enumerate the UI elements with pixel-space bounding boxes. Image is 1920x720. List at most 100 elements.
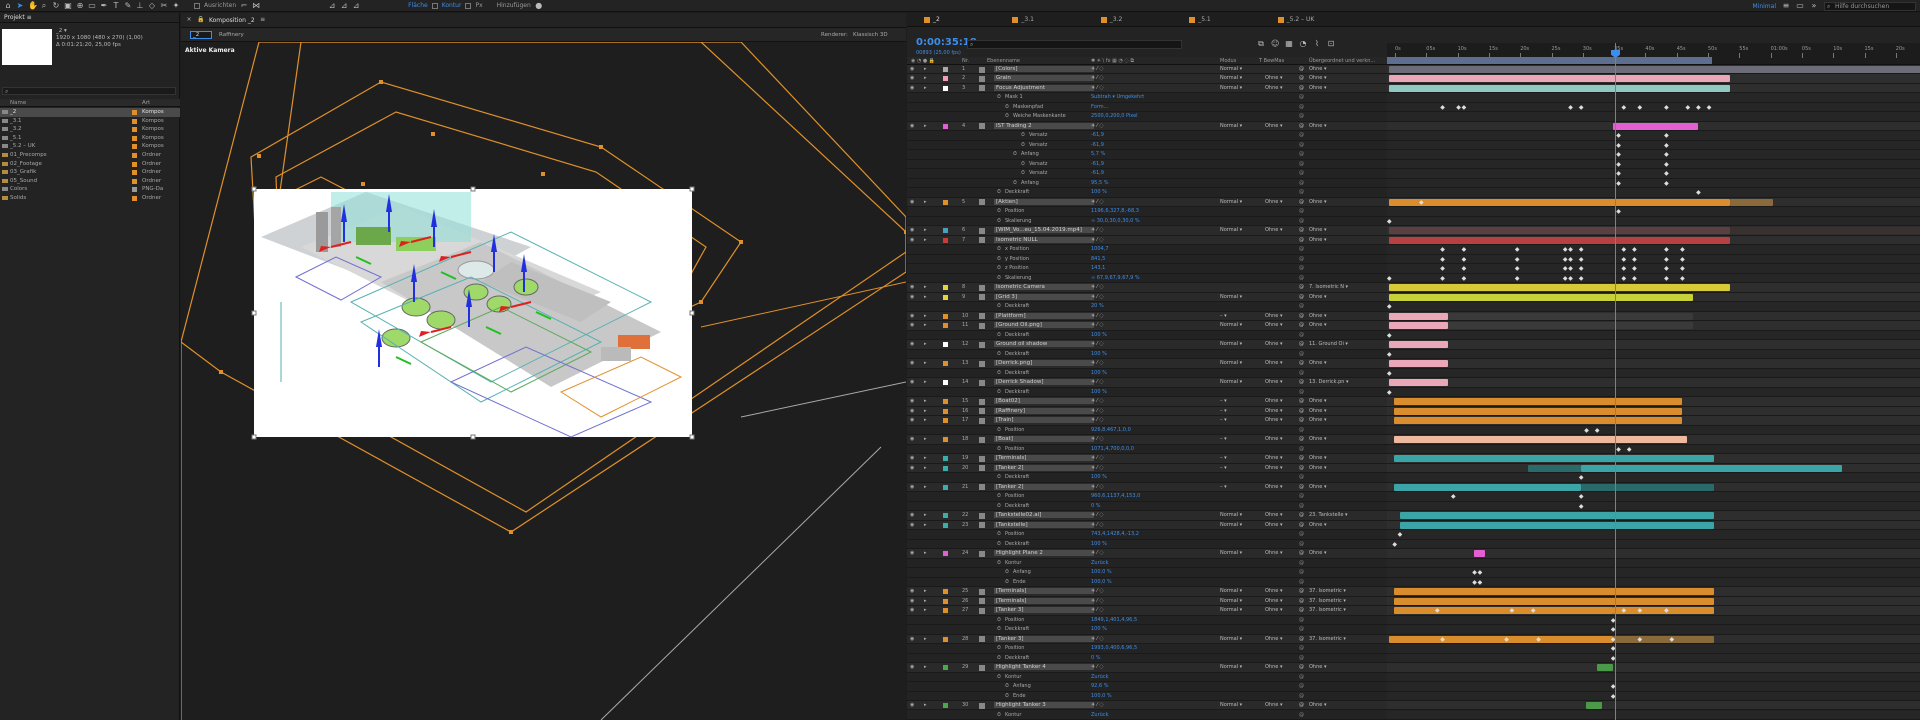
expand-arrow-icon[interactable]: ▸ <box>924 360 927 366</box>
track-matte-dropdown[interactable]: Ohne ▾ <box>1265 455 1291 462</box>
property-row[interactable]: ⏱ Position 1071,4,700,0,0,0 @ ◆ ◆ <box>907 444 1920 455</box>
keyframe-icon[interactable]: ◆ <box>1440 246 1445 253</box>
expand-arrow-icon[interactable]: ▸ <box>924 341 927 347</box>
property-value[interactable]: 1071,4,700,0,0,0 <box>1091 446 1134 452</box>
track-area[interactable] <box>1387 245 1920 254</box>
keyframe-icon[interactable]: ◆ <box>1685 104 1690 111</box>
layer-row[interactable]: ◉ ▸ 20 [Tanker 2] ✳ ⁄ ◌ – ▾ Ohne ▾ @ Ohne ▾ <box>907 463 1920 474</box>
blend-mode-dropdown[interactable]: Normal ▾ <box>1220 550 1256 557</box>
label-color-swatch[interactable] <box>943 342 948 348</box>
keyframe-icon[interactable]: ◆ <box>1616 170 1621 177</box>
stopwatch-icon[interactable]: ⏱ <box>997 645 1001 651</box>
layer-duration-bar[interactable] <box>1394 436 1688 444</box>
expand-arrow-icon[interactable]: ▸ <box>924 398 927 404</box>
layer-name[interactable]: [Grid 3] <box>994 293 1094 300</box>
layer-name[interactable]: Isometric NULL <box>994 236 1094 243</box>
layer-duration-bar[interactable] <box>1730 227 1920 235</box>
property-value[interactable]: ∞ 30,0,30,0,30,0 % <box>1091 218 1140 224</box>
property-value[interactable]: 95,5 % <box>1091 180 1108 186</box>
expression-pickwhip-icon[interactable]: @ <box>1299 370 1304 376</box>
roto-tool-icon[interactable]: ✂ <box>160 1 168 10</box>
property-row[interactable]: ⏱ Position 1849,1,401,4,96,5 @ ◆ <box>907 615 1920 626</box>
property-value[interactable]: 841,5 <box>1091 256 1105 262</box>
project-item[interactable]: _3.1 Kompos <box>0 117 180 126</box>
property-value[interactable]: Zurück <box>1091 674 1108 680</box>
keyframe-icon[interactable]: ◆ <box>1664 161 1669 168</box>
visibility-eye-icon[interactable]: ◉ <box>910 75 914 81</box>
expression-pickwhip-icon[interactable]: @ <box>1299 560 1304 566</box>
track-area[interactable] <box>1387 501 1920 511</box>
layer-row[interactable]: ◉ ▸ 21 [Tanker 2] ✳ ⁄ ◌ – ▾ Ohne ▾ @ Ohne ▾ <box>907 482 1920 493</box>
expand-arrow-icon[interactable]: ▸ <box>924 199 927 205</box>
layer-duration-bar[interactable] <box>1389 84 1731 92</box>
property-row[interactable]: ⏱ Anfang 95,5 % @ ◆ ◆ <box>907 178 1920 189</box>
label-color-swatch[interactable] <box>132 127 137 133</box>
track-area[interactable] <box>1387 530 1920 539</box>
visibility-eye-icon[interactable]: ◉ <box>910 436 914 442</box>
keyframe-icon[interactable]: ◆ <box>1440 256 1445 263</box>
timeline-tab[interactable]: _5.1 <box>1189 16 1211 24</box>
layer-name[interactable]: Highlight Tanker 3 <box>994 702 1094 708</box>
stroke-width-unit[interactable]: Px <box>475 2 482 9</box>
blend-mode-dropdown[interactable]: Normal ▾ <box>1220 199 1256 206</box>
track-area[interactable] <box>1387 492 1920 501</box>
expression-pickwhip-icon[interactable]: @ <box>1299 645 1304 651</box>
label-color-swatch[interactable] <box>943 285 948 291</box>
stopwatch-icon[interactable]: ⏱ <box>1021 170 1025 176</box>
column-parent-header[interactable]: Übergeordnet und verkn... <box>1309 58 1375 64</box>
keyframe-icon[interactable]: ◆ <box>1568 256 1573 263</box>
property-value[interactable]: -61,9 <box>1091 161 1104 167</box>
expression-pickwhip-icon[interactable]: @ <box>1299 531 1304 537</box>
selection-tool-icon[interactable]: ➤ <box>16 1 24 10</box>
layer-name[interactable]: [Train] <box>994 417 1094 424</box>
label-color-swatch[interactable] <box>943 513 948 519</box>
snap-magnet-icon[interactable]: ⋈ <box>252 1 260 10</box>
parent-pickwhip-icon[interactable]: @ <box>1299 702 1304 708</box>
stopwatch-icon[interactable]: ⏱ <box>997 389 1001 395</box>
keyframe-icon[interactable]: ◆ <box>1680 275 1685 282</box>
expression-pickwhip-icon[interactable]: @ <box>1299 132 1304 138</box>
expand-arrow-icon[interactable]: ▸ <box>924 636 927 642</box>
layer-switches-icon[interactable]: ✳ ⁄ ◌ <box>1091 702 1104 708</box>
keyframe-icon[interactable]: ◆ <box>1462 265 1467 272</box>
column-number-header[interactable]: Nr. <box>962 58 969 64</box>
property-row[interactable]: ⏱ Ende 100,0 % @ ◆ <box>907 691 1920 701</box>
visibility-eye-icon[interactable]: ◉ <box>910 341 914 347</box>
property-value[interactable]: -61,9 <box>1091 132 1104 138</box>
layer-switches-icon[interactable]: ✳ ⁄ ◌ <box>1091 417 1104 423</box>
label-color-swatch[interactable] <box>943 551 948 557</box>
parent-dropdown[interactable]: Ohne ▾ <box>1309 522 1361 529</box>
track-area[interactable] <box>1387 625 1920 634</box>
track-matte-dropdown[interactable]: Ohne ▾ <box>1265 522 1291 529</box>
keyframe-icon[interactable]: ◆ <box>1568 104 1573 111</box>
layer-switches-icon[interactable]: ✳ ⁄ ◌ <box>1091 636 1104 642</box>
expand-arrow-icon[interactable]: ▸ <box>924 607 927 613</box>
property-value[interactable]: 0 % <box>1091 503 1101 509</box>
help-search-input[interactable]: Hilfe durchsuchen <box>1824 1 1916 11</box>
parent-pickwhip-icon[interactable]: @ <box>1299 123 1304 129</box>
renderer-value[interactable]: Klassisch 3D <box>853 32 888 38</box>
keyframe-icon[interactable]: ◆ <box>1563 256 1568 263</box>
property-row[interactable]: ⏱ Position 926,8,467,1,0,0 @ ◆ ◆ <box>907 425 1920 436</box>
blend-mode-dropdown[interactable]: – ▾ <box>1220 455 1256 462</box>
track-matte-dropdown[interactable] <box>1265 284 1291 291</box>
track-area[interactable] <box>1387 359 1920 368</box>
column-layer-name-header[interactable]: Ebenenname <box>987 58 1020 64</box>
visibility-eye-icon[interactable]: ◉ <box>910 360 914 366</box>
stopwatch-icon[interactable]: ⏱ <box>1005 569 1009 575</box>
expression-pickwhip-icon[interactable]: @ <box>1299 265 1304 271</box>
layer-row[interactable]: ◉ ▸ 22 [Tankstelle02.ai] ✳ ⁄ ◌ Normal ▾ Ohne ▾… <box>907 511 1920 521</box>
visibility-eye-icon[interactable]: ◉ <box>910 465 914 471</box>
label-color-swatch[interactable] <box>943 665 948 671</box>
expression-pickwhip-icon[interactable]: @ <box>1299 655 1304 661</box>
property-row[interactable]: ⏱ Kontur Zurück @ <box>907 558 1920 569</box>
stopwatch-icon[interactable]: ⏱ <box>997 446 1001 452</box>
expression-pickwhip-icon[interactable]: @ <box>1299 275 1304 281</box>
parent-dropdown[interactable]: Ohne ▾ <box>1309 237 1361 244</box>
visibility-eye-icon[interactable]: ◉ <box>910 322 914 328</box>
project-item[interactable]: Solids Ordner <box>0 194 180 203</box>
parent-dropdown[interactable]: Ohne ▾ <box>1309 123 1361 130</box>
track-area[interactable] <box>1387 568 1920 577</box>
workspace-save-icon[interactable]: ▭ <box>1796 2 1804 10</box>
layer-duration-bar[interactable] <box>1389 379 1448 387</box>
